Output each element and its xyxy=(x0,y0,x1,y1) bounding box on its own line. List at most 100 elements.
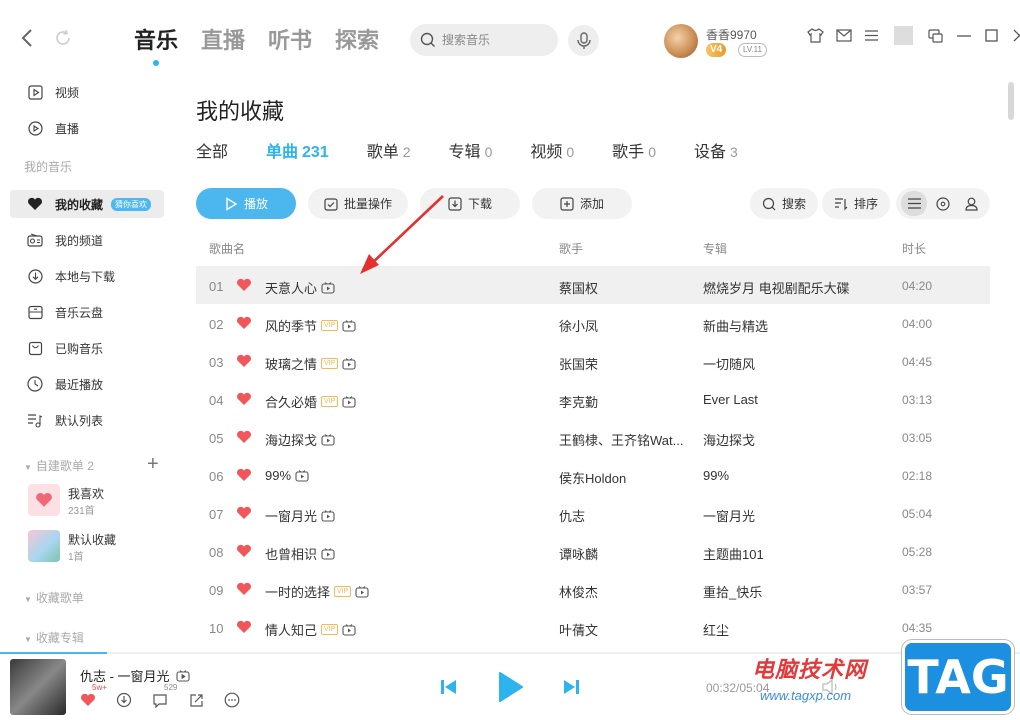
song-album[interactable]: 重拾_快乐 xyxy=(703,582,883,601)
mv-icon[interactable] xyxy=(295,469,309,482)
mv-icon[interactable] xyxy=(321,281,335,294)
add-button[interactable]: 添加 xyxy=(532,188,632,219)
sidebar-item-local-download[interactable]: 本地与下载 xyxy=(10,262,164,290)
song-artist[interactable]: 李克勤 xyxy=(559,392,689,411)
add-playlist-button[interactable]: + xyxy=(147,454,159,474)
song-artist[interactable]: 叶蒨文 xyxy=(559,620,689,639)
table-row[interactable]: 03 玻璃之情 VIP 张国荣 一切随风 04:45 xyxy=(196,342,990,380)
list-search-button[interactable]: 搜索 xyxy=(750,188,818,219)
singer-view-icon[interactable] xyxy=(959,191,985,216)
column-song[interactable]: 歌曲名 xyxy=(209,240,245,257)
playlist-item-default[interactable]: 默认收藏 1首 xyxy=(28,530,168,564)
mv-icon[interactable] xyxy=(342,319,356,332)
song-artist[interactable]: 侯东Holdon xyxy=(559,468,689,487)
tab-explore[interactable]: 探索 xyxy=(335,26,379,56)
play-all-button[interactable]: 播放 xyxy=(196,188,296,219)
song-artist[interactable]: 蔡国权 xyxy=(559,278,689,297)
tab-videos[interactable]: 视频 0 xyxy=(530,138,574,162)
collected-albums-header[interactable]: ▼ 收藏专辑 xyxy=(24,629,84,646)
back-arrow-icon[interactable] xyxy=(20,28,40,50)
song-album[interactable]: Ever Last xyxy=(703,392,883,407)
table-row[interactable]: 06 99% 侯东Holdon 99% 02:18 xyxy=(196,456,990,494)
heart-icon[interactable] xyxy=(236,392,252,406)
playlist-item-liked[interactable]: 我喜欢 231首 xyxy=(28,484,168,518)
table-row[interactable]: 04 合久必婚 VIP 李克勤 Ever Last 03:13 xyxy=(196,380,990,418)
mv-icon[interactable] xyxy=(321,547,335,560)
heart-icon[interactable] xyxy=(236,582,252,596)
heart-icon[interactable] xyxy=(236,354,252,368)
column-album[interactable]: 专辑 xyxy=(703,240,727,257)
song-artist[interactable]: 徐小凤 xyxy=(559,316,689,335)
next-button[interactable] xyxy=(562,679,580,695)
heart-icon[interactable] xyxy=(236,506,252,520)
column-duration[interactable]: 时长 xyxy=(902,240,926,257)
song-artist[interactable]: 仇志 xyxy=(559,506,689,525)
mini-mode-icon[interactable] xyxy=(926,26,945,45)
song-title[interactable]: 天意人心 xyxy=(265,278,335,297)
song-title[interactable]: 一窗月光 xyxy=(265,506,335,525)
album-view-icon[interactable] xyxy=(930,191,956,216)
song-artist[interactable]: 林俊杰 xyxy=(559,582,689,601)
tab-audiobook[interactable]: 听书 xyxy=(268,26,312,56)
heart-icon[interactable] xyxy=(236,468,252,482)
recommend-tag[interactable]: 猜你喜欢 xyxy=(111,197,152,211)
song-title[interactable]: 风的季节 VIP xyxy=(265,316,356,335)
song-album[interactable]: 99% xyxy=(703,468,883,483)
vip-badge[interactable]: V4 xyxy=(706,43,727,57)
heart-icon[interactable] xyxy=(236,316,252,330)
table-row[interactable]: 01 天意人心 蔡国权 燃烧岁月 电视剧配乐大碟 04:20 xyxy=(196,266,990,304)
skin-icon[interactable] xyxy=(806,26,825,45)
close-icon[interactable] xyxy=(1010,26,1020,45)
sidebar-item-favorites[interactable]: 我的收藏 猜你喜欢 xyxy=(10,190,164,218)
song-album[interactable]: 红尘 xyxy=(703,620,883,639)
tab-singers[interactable]: 歌手 0 xyxy=(612,138,656,162)
refresh-icon[interactable] xyxy=(54,29,74,49)
mv-icon[interactable] xyxy=(342,357,356,370)
song-album[interactable]: 一切随风 xyxy=(703,354,883,373)
tab-live[interactable]: 直播 xyxy=(201,26,245,56)
download-song-button[interactable] xyxy=(114,691,134,709)
mv-icon[interactable] xyxy=(355,585,369,598)
mail-icon[interactable] xyxy=(834,26,853,45)
tab-albums[interactable]: 专辑 0 xyxy=(449,138,493,162)
previous-button[interactable] xyxy=(440,679,458,695)
now-playing-cover[interactable] xyxy=(10,659,66,715)
sidebar-item-default-list[interactable]: 默认列表 xyxy=(10,406,164,434)
scrollbar[interactable] xyxy=(1008,82,1014,120)
list-view-icon[interactable] xyxy=(901,191,928,216)
song-album[interactable]: 主题曲101 xyxy=(703,544,883,563)
sort-button[interactable]: 排序 xyxy=(822,188,890,219)
tab-playlists[interactable]: 歌单 2 xyxy=(367,138,411,162)
mv-icon[interactable] xyxy=(321,433,335,446)
song-title[interactable]: 玻璃之情 VIP xyxy=(265,354,356,373)
mv-icon[interactable] xyxy=(342,395,356,408)
table-row[interactable]: 05 海边探戈 王鹤棣、王齐铭Wat... 海边探戈 03:05 xyxy=(196,418,990,456)
more-button[interactable] xyxy=(222,691,242,709)
song-title[interactable]: 海边探戈 xyxy=(265,430,335,449)
like-button[interactable]: 5w+ xyxy=(78,683,107,709)
song-album[interactable]: 新曲与精选 xyxy=(703,316,883,335)
heart-icon[interactable] xyxy=(236,430,252,444)
created-playlists-header[interactable]: ▼ 自建歌单 2 xyxy=(24,457,94,474)
table-row[interactable]: 09 一时的选择 VIP 林俊杰 重拾_快乐 03:57 xyxy=(196,570,990,608)
mv-icon[interactable] xyxy=(342,623,356,636)
sidebar-item-recent[interactable]: 最近播放 xyxy=(10,370,164,398)
menu-icon[interactable] xyxy=(862,26,881,45)
song-artist[interactable]: 王鹤棣、王齐铭Wat... xyxy=(559,430,689,449)
username[interactable]: 香香9970 xyxy=(706,26,757,43)
heart-icon[interactable] xyxy=(236,544,252,558)
song-title[interactable]: 99% xyxy=(265,468,309,483)
table-row[interactable]: 02 风的季节 VIP 徐小凤 新曲与精选 04:00 xyxy=(196,304,990,342)
download-button[interactable]: 下载 xyxy=(420,188,520,219)
voice-search-button[interactable] xyxy=(568,25,599,56)
tab-music[interactable]: 音乐 xyxy=(134,26,178,66)
search-box[interactable] xyxy=(410,24,558,56)
song-title[interactable]: 也曾相识 xyxy=(265,544,335,563)
minimize-icon[interactable] xyxy=(954,26,973,45)
comment-button[interactable]: 529 xyxy=(150,683,177,709)
maximize-icon[interactable] xyxy=(982,26,1001,45)
share-button[interactable] xyxy=(186,691,206,709)
song-album[interactable]: 海边探戈 xyxy=(703,430,883,449)
sidebar-item-video[interactable]: 视频 xyxy=(10,78,164,106)
song-title[interactable]: 合久必婚 VIP xyxy=(265,392,356,411)
